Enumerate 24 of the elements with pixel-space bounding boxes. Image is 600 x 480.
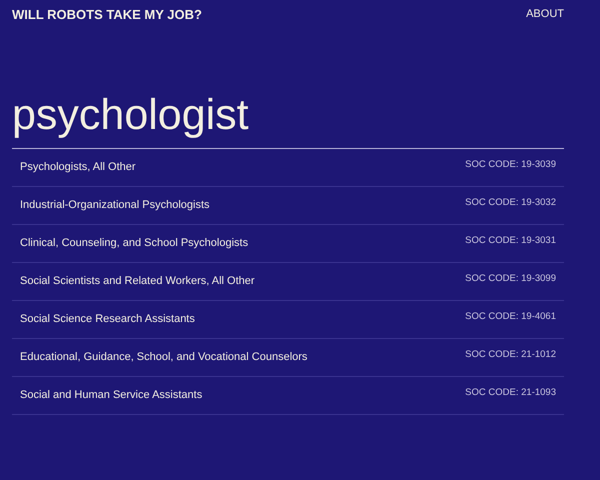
soc-code: SOC CODE: 19-3099: [465, 272, 556, 286]
occupation-name: Social and Human Service Assistants: [20, 388, 202, 404]
result-row[interactable]: Psychologists, All Other SOC CODE: 19-3039: [12, 149, 564, 187]
result-row[interactable]: Educational, Guidance, School, and Vocational Counselors SOC CODE: 21-1012: [12, 339, 564, 377]
occupation-name: Industrial-Organizational Psychologists: [20, 198, 210, 214]
result-row[interactable]: Industrial-Organizational Psychologists SOC CODE: 19-3032: [12, 187, 564, 225]
soc-code: SOC CODE: 21-1093: [465, 386, 556, 400]
soc-code: SOC CODE: 19-3039: [465, 158, 556, 172]
result-row[interactable]: Social Science Research Assistants SOC CODE: 19-4061: [12, 301, 564, 339]
site-title[interactable]: WILL ROBOTS TAKE MY JOB?: [12, 4, 202, 24]
occupation-name: Social Scientists and Related Workers, All Other: [20, 274, 255, 290]
occupation-name: Clinical, Counseling, and School Psychologists: [20, 236, 248, 252]
occupation-name: Psychologists, All Other: [20, 160, 136, 176]
search-field[interactable]: psychologist: [12, 87, 564, 149]
soc-code: SOC CODE: 19-3032: [465, 196, 556, 210]
soc-code: SOC CODE: 19-4061: [465, 310, 556, 324]
occupation-name: Social Science Research Assistants: [20, 312, 195, 328]
result-row[interactable]: Social Scientists and Related Workers, All Other SOC CODE: 19-3099: [12, 263, 564, 301]
result-row[interactable]: Social and Human Service Assistants SOC CODE: 21-1093: [12, 377, 564, 415]
nav-link[interactable]: ABOUT: [526, 6, 564, 23]
soc-code: SOC CODE: 19-3031: [465, 234, 556, 248]
result-row[interactable]: Clinical, Counseling, and School Psychologists SOC CODE: 19-3031: [12, 225, 564, 263]
occupation-name: Educational, Guidance, School, and Vocational Counselors: [20, 350, 308, 366]
soc-code: SOC CODE: 21-1012: [465, 348, 556, 362]
